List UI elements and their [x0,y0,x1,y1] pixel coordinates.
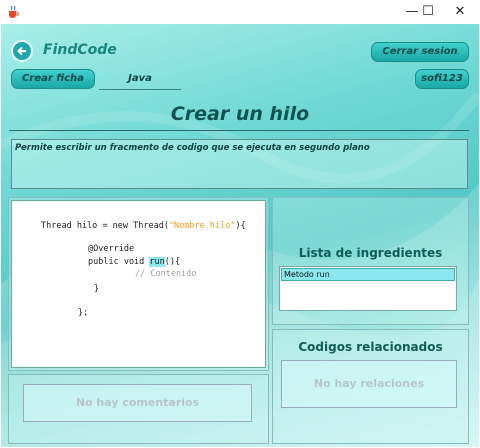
related-box[interactable]: No hay relaciones [281,360,457,408]
language-label: Java [99,70,181,90]
code-line-5: } [94,284,100,294]
list-item[interactable]: Metodo run [281,268,455,281]
app-window: FindCode Cerrar sesion Crear ficha Java … [1,24,479,447]
close-button[interactable]: ✕ [445,0,475,24]
ingredients-list[interactable]: Metodo run [279,266,457,311]
code-line-2: @Override [88,244,135,254]
java-cup-icon [9,5,19,18]
title-divider [9,130,469,131]
comments-box[interactable]: No hay comentarios [23,384,252,422]
description-text: Permite escribir un fracmento de codigo … [11,139,468,189]
code-line-6: }; [78,308,89,318]
maximize-button[interactable]: ☐ [413,0,443,24]
back-button[interactable] [11,40,33,62]
logout-button[interactable]: Cerrar sesion [371,42,469,62]
related-title: Codigos relacionados [298,340,443,354]
back-arrow-icon [17,46,26,56]
create-sheet-button[interactable]: Crear ficha [11,69,95,89]
code-line-4: // Contenido [135,269,197,279]
code-area[interactable]: Thread hilo = new Thread("Nombre hilo"){… [11,200,266,368]
window-titlebar[interactable]: — ☐ ✕ [0,0,480,24]
code-line-1: Thread hilo = new Thread("Nombre hilo"){ [41,221,246,231]
code-line-3: public void run(){ [88,257,181,267]
app-name: FindCode [43,42,117,58]
page-title: Crear un hilo [170,103,310,125]
ingredients-title: Lista de ingredientes [298,246,443,260]
user-button[interactable]: sofi123 [415,69,469,89]
